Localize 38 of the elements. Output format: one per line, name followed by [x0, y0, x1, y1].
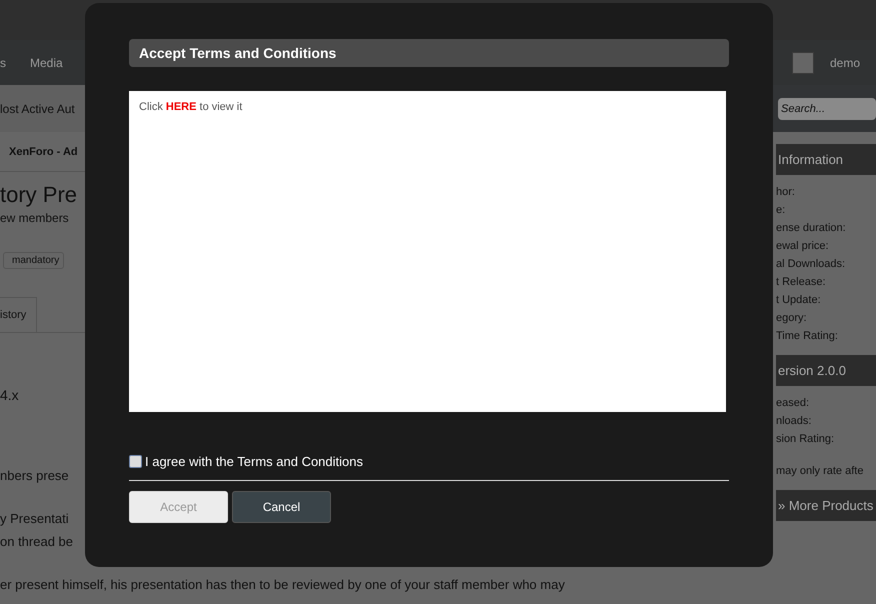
tag-link[interactable]: mandatory	[3, 252, 64, 269]
description-text: er present himself, his presentation has then to be reviewed by one of your staff member who may	[0, 576, 565, 594]
agree-label[interactable]: I agree with the Terms and Conditions	[145, 454, 363, 469]
resource-tagline: ew members	[0, 210, 69, 226]
breadcrumb-link[interactable]: XenForo - Ad	[9, 146, 78, 158]
info-label: sion Rating:	[776, 432, 836, 447]
nav-tab[interactable]: s	[0, 56, 6, 70]
sidebar-heading: ersion 2.0.0	[776, 355, 876, 386]
info-label: egory:	[776, 311, 808, 326]
sidebar-heading: Information	[776, 144, 876, 175]
info-label: ense duration:	[776, 221, 847, 236]
info-label: al Downloads:	[776, 257, 846, 272]
nav-tab[interactable]: Media	[30, 56, 63, 70]
agree-checkbox[interactable]	[129, 455, 142, 468]
search-field[interactable]: Search...	[778, 98, 876, 120]
here-link[interactable]: HERE	[166, 101, 196, 113]
info-label: e:	[776, 203, 786, 218]
dialog-title: Accept Terms and Conditions	[129, 39, 729, 67]
subnav-link[interactable]: lost Active Aut	[0, 102, 75, 116]
rating-note: may only rate afte	[776, 464, 864, 479]
history-tab[interactable]: istory	[0, 297, 38, 332]
info-label: eased:	[776, 396, 810, 411]
info-label: t Release:	[776, 275, 827, 290]
version-text: 4.x	[0, 386, 19, 405]
description-text: y Presentati	[0, 510, 69, 528]
info-label: hor:	[776, 185, 796, 200]
avatar-icon[interactable]	[792, 52, 814, 74]
sidebar-heading: » More Products	[776, 490, 876, 521]
resource-title: tory Pre	[0, 181, 78, 209]
info-label: ewal price:	[776, 239, 830, 254]
info-label: t Update:	[776, 293, 822, 308]
cancel-button[interactable]: Cancel	[232, 491, 331, 523]
info-label: nloads:	[776, 414, 812, 429]
terms-text: Click HERE to view it	[139, 101, 244, 113]
description-text: on thread be	[0, 533, 74, 551]
description-text: nbers prese	[0, 467, 69, 485]
info-label: Time Rating:	[776, 329, 839, 344]
username-link[interactable]: demo	[830, 56, 860, 70]
